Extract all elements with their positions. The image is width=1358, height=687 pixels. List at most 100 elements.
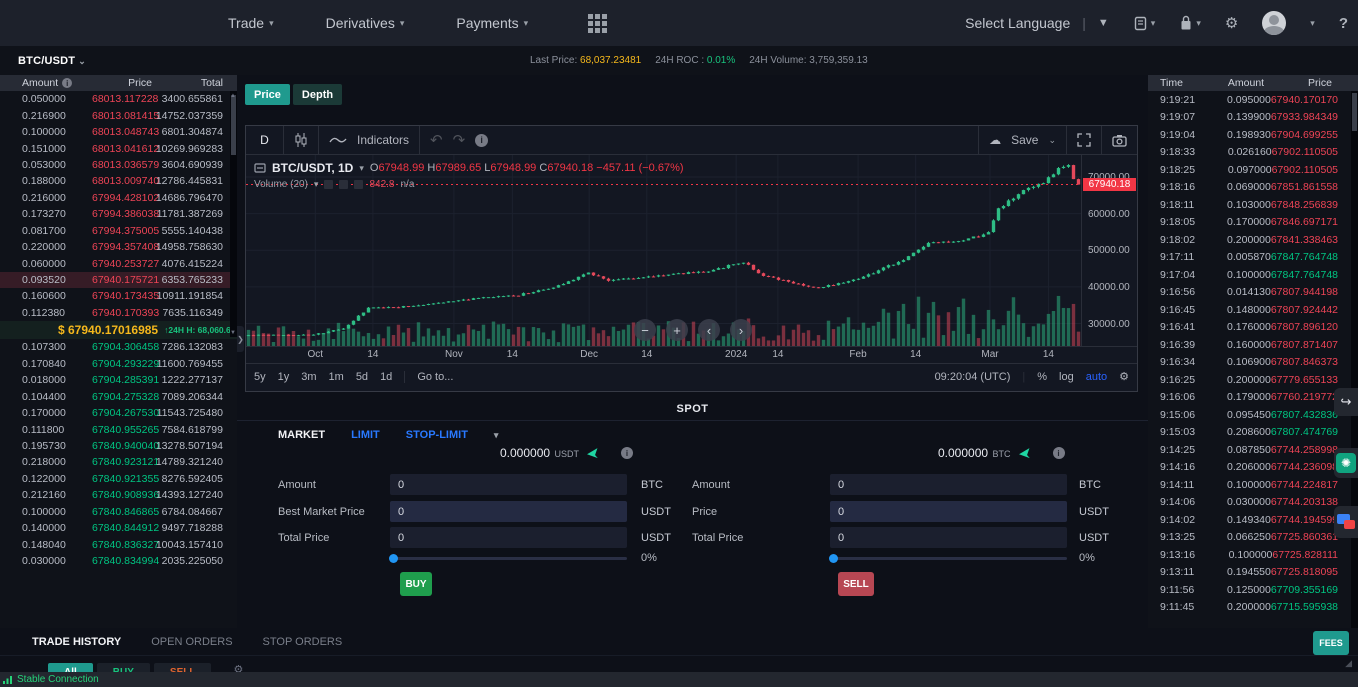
indicators-button[interactable]: Indicators (319, 126, 420, 154)
zoom-in-button[interactable]: + (666, 319, 688, 341)
tab-price[interactable]: Price (245, 84, 290, 105)
info-icon[interactable]: i (621, 447, 633, 459)
sell-amount-input[interactable]: 0 (830, 474, 1067, 495)
tab-depth[interactable]: Depth (293, 84, 342, 105)
ask-row[interactable]: 0.10000068013.0487436801.304874 (0, 124, 237, 140)
bid-row[interactable]: 0.01800067904.2853911222.277137 (0, 372, 237, 388)
fullscreen-button[interactable] (1067, 126, 1102, 154)
save-layout-button[interactable]: ☁Save⌄ (978, 126, 1067, 154)
ask-row[interactable]: 0.05300068013.0365793604.690939 (0, 157, 237, 173)
bid-row[interactable]: 0.10730067904.3064587286.132083 (0, 339, 237, 355)
candle-style-button[interactable] (284, 126, 319, 154)
ask-row[interactable]: 0.22000067994.35740814958.758630 (0, 239, 237, 255)
tab-market[interactable]: MARKET (278, 429, 325, 441)
pair-selector[interactable]: BTC/USDT⌄ (18, 55, 86, 67)
tab-open-orders[interactable]: OPEN ORDERS (151, 636, 232, 648)
range-3m-button[interactable]: 3m (301, 371, 316, 383)
panel-collapse-handle[interactable]: ❯ (237, 326, 244, 352)
chat-widget[interactable] (1334, 506, 1358, 538)
auto-scale-button[interactable]: auto (1086, 371, 1107, 383)
help-icon[interactable]: ? (1339, 15, 1348, 32)
tab-stop-orders[interactable]: STOP ORDERS (263, 636, 343, 648)
ask-row[interactable]: 0.08170067994.3750055555.140438 (0, 223, 237, 239)
study-settings-icon[interactable] (339, 180, 348, 189)
buy-total-input[interactable]: 0 (390, 527, 627, 548)
range-1m-button[interactable]: 1m (329, 371, 344, 383)
settings-gear-icon[interactable]: ⚙ (1225, 14, 1238, 32)
ask-row[interactable]: 0.21600067994.42810214686.796470 (0, 190, 237, 206)
symbol-dropdown-icon[interactable]: ▾ (359, 163, 364, 174)
tab-stop-limit[interactable]: STOP-LIMIT (406, 429, 468, 441)
tab-limit[interactable]: LIMIT (351, 429, 380, 441)
chart-info-icon[interactable]: i (475, 134, 488, 147)
bid-row[interactable]: 0.10440067904.2753287089.206344 (0, 388, 237, 404)
buy-amount-slider[interactable] (390, 557, 627, 560)
bid-row[interactable]: 0.10000067840.8468656784.084667 (0, 504, 237, 520)
bid-row[interactable]: 0.21216067840.90893614393.127240 (0, 487, 237, 503)
ask-row[interactable]: 0.21690068013.08141514752.037359 (0, 107, 237, 123)
order-book-scrollbar[interactable] (230, 91, 237, 337)
info-icon[interactable]: i (62, 78, 72, 88)
nav-payments[interactable]: Payments▾ (456, 15, 528, 31)
range-1d-button[interactable]: 1d (380, 371, 392, 383)
bid-row[interactable]: 0.14000067840.8449129497.718288 (0, 520, 237, 536)
axis-settings-icon[interactable]: ⚙ (1119, 370, 1129, 383)
range-5y-button[interactable]: 5y (254, 371, 266, 383)
info-icon[interactable]: i (1053, 447, 1065, 459)
undo-icon[interactable]: ↶ (430, 131, 443, 149)
ask-row[interactable]: 0.11238067940.1703937635.116349 (0, 305, 237, 321)
buy-button[interactable]: BUY (400, 572, 432, 596)
ask-row[interactable]: 0.06000067940.2537274076.415224 (0, 255, 237, 271)
fees-button[interactable]: FEES (1313, 631, 1349, 655)
nav-trade[interactable]: Trade▾ (228, 15, 274, 31)
study-close-icon[interactable] (354, 180, 363, 189)
sell-amount-slider[interactable] (830, 557, 1067, 560)
price-axis[interactable]: 70000.0060000.0050000.0040000.0030000.00… (1081, 155, 1137, 346)
sell-price-input[interactable]: 0 (830, 501, 1067, 522)
ask-row[interactable]: 0.15100068013.04161210269.969283 (0, 140, 237, 156)
scroll-left-button[interactable]: ‹ (698, 319, 720, 341)
ask-row[interactable]: 0.09352067940.1757216353.765233 (0, 272, 237, 288)
bid-row[interactable]: 0.03000067840.8349942035.225050 (0, 553, 237, 569)
percent-scale-button[interactable]: % (1037, 371, 1047, 383)
eye-icon[interactable] (324, 180, 333, 189)
sell-total-input[interactable]: 0 (830, 527, 1067, 548)
bid-row[interactable]: 0.17084067904.29322911600.769455 (0, 356, 237, 372)
volume-dropdown-icon[interactable]: ▾ (314, 179, 319, 190)
share-widget[interactable]: ↪ (1334, 388, 1358, 416)
log-scale-button[interactable]: log (1059, 371, 1074, 383)
order-type-dropdown-icon[interactable]: ▾ (494, 430, 499, 441)
snapshot-button[interactable] (1102, 126, 1137, 154)
chart-clock[interactable]: 09:20:04 (UTC) (935, 371, 1011, 383)
select-language[interactable]: Select Language|▼ (965, 15, 1109, 31)
redo-icon[interactable]: ↷ (453, 131, 466, 149)
nav-derivatives[interactable]: Derivatives▾ (326, 15, 405, 31)
bid-row[interactable]: 0.21800067840.92312114789.321240 (0, 454, 237, 470)
resize-handle-icon[interactable]: ◢ (1345, 658, 1352, 669)
tab-trade-history[interactable]: TRADE HISTORY (32, 636, 121, 648)
buy-price-input[interactable]: 0 (390, 501, 627, 522)
time-axis[interactable]: Oct14Nov14Dec14202414Feb14Mar14 (246, 346, 1137, 363)
bid-row[interactable]: 0.19573067840.94004013278.507194 (0, 438, 237, 454)
ask-row[interactable]: 0.17327067994.38603811781.387269 (0, 206, 237, 222)
goto-button[interactable]: Go to... (405, 371, 453, 383)
wallet-lock-icon[interactable]: ▾ (1179, 15, 1201, 31)
scroll-up-icon[interactable]: ▲ (230, 93, 236, 99)
ask-row[interactable]: 0.05000068013.1172283400.655861 (0, 91, 237, 107)
bid-row[interactable]: 0.11180067840.9552657584.618799 (0, 421, 237, 437)
scroll-down-icon[interactable]: ▼ (230, 330, 236, 336)
volume-study-label[interactable]: Volume (20) (254, 179, 308, 190)
scroll-right-button[interactable]: › (730, 319, 752, 341)
bid-row[interactable]: 0.12200067840.9213558276.592405 (0, 471, 237, 487)
zoom-out-button[interactable]: − (634, 319, 656, 341)
account-dropdown-icon[interactable]: ▾ (1310, 18, 1315, 29)
ask-row[interactable]: 0.16060067940.17343510911.191854 (0, 288, 237, 304)
orders-book-icon[interactable]: ▾ (1133, 16, 1156, 31)
trades-scrollbar[interactable] (1351, 91, 1358, 628)
interval-button[interactable]: D (246, 126, 284, 154)
assistant-widget[interactable]: ✺ (1334, 448, 1358, 478)
chart-symbol[interactable]: BTC/USDT, 1D (272, 161, 353, 175)
bid-row[interactable]: 0.14804067840.83632710043.157410 (0, 536, 237, 552)
user-avatar[interactable] (1262, 11, 1286, 35)
ask-row[interactable]: 0.18800068013.00974012786.445831 (0, 173, 237, 189)
